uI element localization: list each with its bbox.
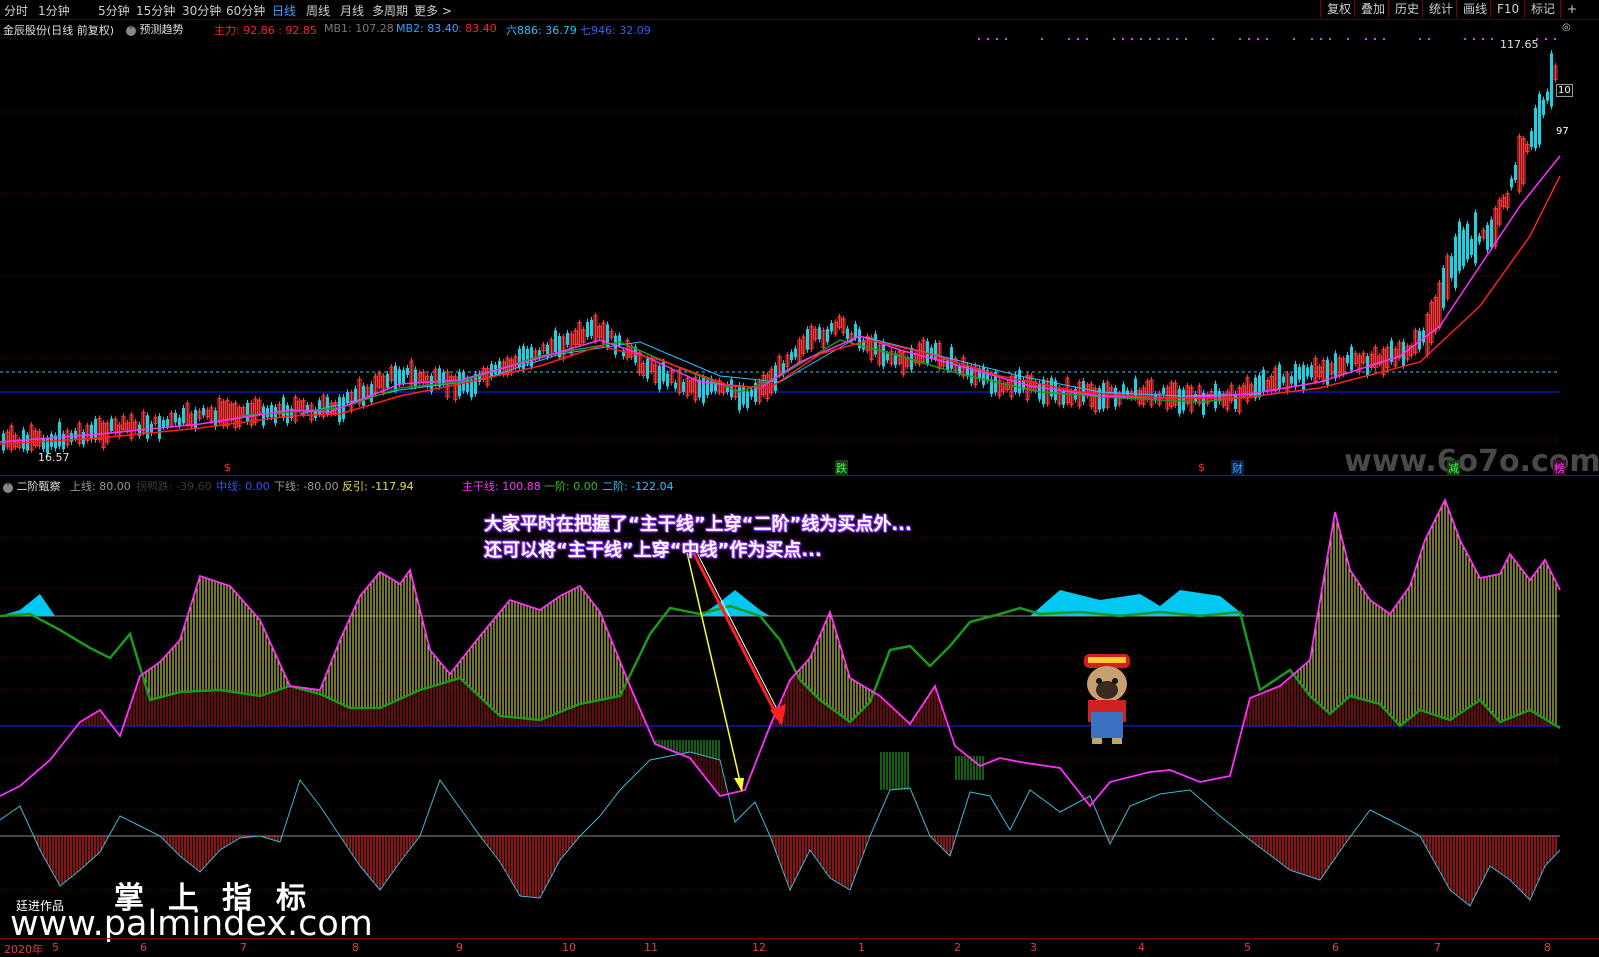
candlesticks	[2, 50, 1558, 457]
date-tick: 7	[240, 941, 247, 954]
tab-5min[interactable]: 5分钟	[98, 2, 130, 19]
date-tick: 10	[562, 941, 576, 954]
ma-line-magenta	[0, 155, 1561, 443]
date-tick: 7	[1434, 941, 1441, 954]
price-side-label-2: 97	[1556, 126, 1569, 137]
date-tick: 2	[954, 941, 961, 954]
main-grid	[0, 111, 1560, 441]
stats-button[interactable]: 统计	[1422, 0, 1459, 18]
history-button[interactable]: 历史	[1388, 0, 1425, 18]
event-mark-bang[interactable]: 榜	[1553, 460, 1566, 476]
tab-1min[interactable]: 1分钟	[38, 2, 70, 19]
date-tick: 8	[352, 941, 359, 954]
date-tick: 1	[858, 941, 865, 954]
tab-60min[interactable]: 60分钟	[226, 2, 265, 19]
annotation-line-1: 大家平时在把握了“主干线”上穿“二阶”线为买点外...	[484, 514, 912, 535]
main-kline-chart[interactable]	[0, 36, 1599, 476]
event-mark-cai[interactable]: 财	[1231, 460, 1244, 476]
tab-15min[interactable]: 15分钟	[136, 2, 175, 19]
add-button[interactable]: +	[1560, 0, 1583, 18]
period-toolbar: 分时 1分钟 5分钟 15分钟 30分钟 60分钟 日线 周线 月线 多周期 更…	[0, 0, 1599, 20]
pug-mascot-image	[1084, 654, 1130, 744]
date-tick: 5	[52, 941, 59, 954]
tab-daily[interactable]: 日线	[272, 2, 296, 19]
date-axis: 2020年 5 6 7 8 9 10 11 12 1 2 3 4 5 6 7 8	[0, 938, 1599, 957]
annotation-line-2: 还可以将“主干线”上穿“中线”作为买点...	[484, 540, 822, 561]
trend-toggle[interactable]: ˅ 预测趋势	[126, 21, 184, 37]
date-tick: 3	[1030, 941, 1037, 954]
tab-weekly[interactable]: 周线	[306, 2, 330, 19]
settings-icon[interactable]: ◎	[1562, 22, 1571, 33]
indicator-mb2: MB2: 83.40	[396, 22, 459, 35]
price-side-label-1: 10	[1556, 84, 1573, 97]
draw-button[interactable]: 画线	[1456, 0, 1493, 18]
indicator-mb2-value: : 83.40	[458, 22, 497, 35]
date-tick: 4	[1138, 941, 1145, 954]
tab-more[interactable]: 更多 >	[414, 2, 452, 19]
fuquan-button[interactable]: 复权	[1320, 0, 1357, 18]
top-signal-dots	[978, 38, 1556, 40]
date-tick: 6	[1332, 941, 1339, 954]
mark-button[interactable]: 标记	[1524, 0, 1561, 18]
date-tick: 6	[140, 941, 147, 954]
price-low-label: 16.57	[38, 451, 70, 464]
tab-monthly[interactable]: 月线	[340, 2, 364, 19]
red-arrow-highlight	[692, 544, 782, 718]
event-mark-die[interactable]: 跌	[835, 460, 848, 476]
date-tick: 9	[456, 941, 463, 954]
tab-multi-period[interactable]: 多周期	[372, 2, 408, 19]
date-tick: 12	[752, 941, 766, 954]
chevron-down-icon: ˅	[126, 26, 136, 36]
overlay-button[interactable]: 叠加	[1354, 0, 1391, 18]
event-mark-dollar-2[interactable]: $	[1198, 461, 1205, 474]
date-tick: 2020年	[4, 943, 43, 956]
date-tick: 11	[644, 941, 658, 954]
tab-30min[interactable]: 30分钟	[182, 2, 221, 19]
date-tick: 8	[1544, 941, 1551, 954]
tab-fenshi[interactable]: 分时	[4, 2, 28, 19]
trend-toggle-label: 预测趋势	[139, 23, 184, 36]
f10-button[interactable]: F10	[1490, 0, 1525, 18]
yellow-arrow	[685, 547, 743, 791]
annotation-text: 大家平时在把握了“主干线”上穿“二阶”线为买点外... 还可以将“主干线”上穿“…	[484, 512, 912, 564]
red-arrow	[688, 545, 780, 719]
indicator-mb1: MB1: 107.28	[324, 22, 394, 35]
date-tick: 5	[1244, 941, 1251, 954]
pane-divider[interactable]	[0, 475, 1599, 476]
event-mark-dollar-1[interactable]: $	[224, 461, 231, 474]
event-mark-jian[interactable]: 减	[1447, 460, 1460, 476]
price-high-label: 117.65	[1500, 38, 1539, 51]
